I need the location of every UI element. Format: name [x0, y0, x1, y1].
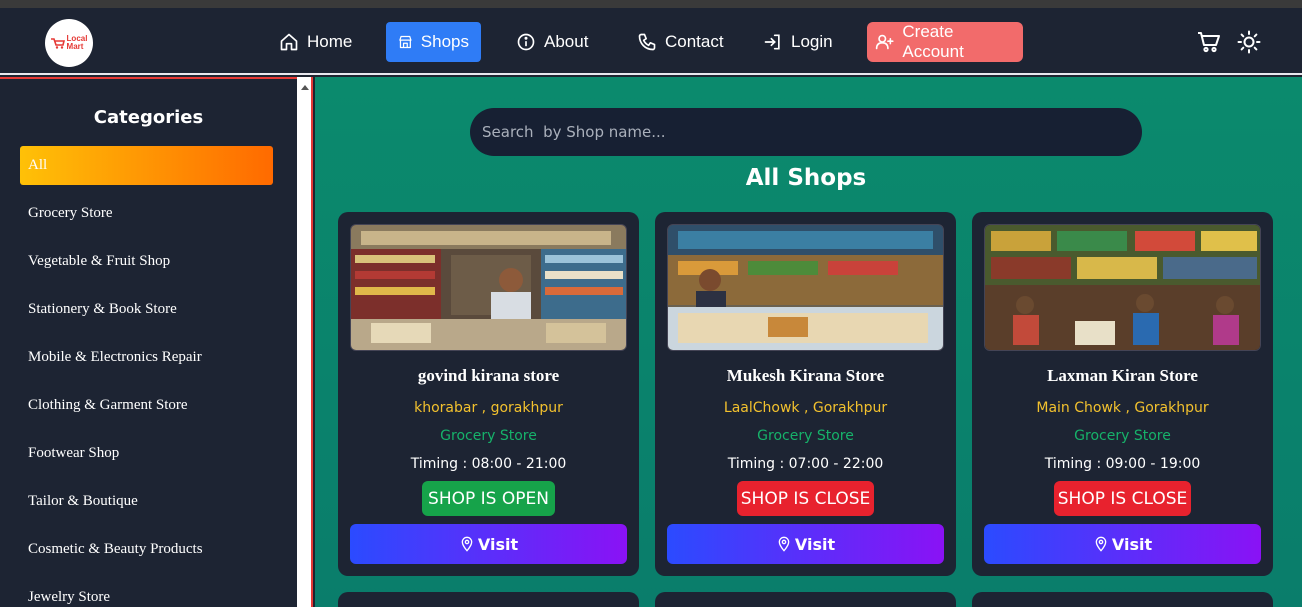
category-item-footwear[interactable]: Footwear Shop: [20, 434, 273, 473]
store-icon: [399, 35, 412, 49]
shop-timing: Timing : 08:00 - 21:00: [410, 456, 567, 472]
shop-photo: [350, 224, 627, 351]
create-account-label: Create Account: [902, 22, 964, 61]
logo-cart-icon: [50, 37, 65, 49]
home-icon: [280, 33, 298, 51]
navbar: Local Mart Home Shops About Contact Logi…: [0, 8, 1302, 75]
category-item-grocery[interactable]: Grocery Store: [20, 194, 273, 233]
brand-logo[interactable]: Local Mart: [45, 19, 93, 67]
shop-search-input[interactable]: [470, 108, 1142, 156]
logo-text: Local Mart: [67, 35, 88, 51]
nav-home[interactable]: Home: [279, 22, 352, 62]
nav-contact[interactable]: Contact: [637, 22, 724, 62]
location-pin-icon: [778, 536, 790, 552]
visit-label: Visit: [794, 534, 836, 554]
shop-name: Mukesh Kirana Store: [726, 366, 885, 385]
category-item-stationery[interactable]: Stationery & Book Store: [20, 290, 273, 329]
nav-about-label: About: [544, 32, 589, 51]
shop-status-badge: SHOP IS CLOSE: [1054, 481, 1191, 516]
visit-shop-button[interactable]: Visit: [667, 524, 944, 564]
shop-name: govind kirana store: [417, 366, 560, 385]
sidebar-title: Categories: [93, 107, 204, 128]
shop-card: govind kirana store khorabar , gorakhpur…: [338, 212, 639, 576]
category-item-clothing[interactable]: Clothing & Garment Store: [20, 386, 273, 425]
category-item-jewelry[interactable]: Jewelry Store: [20, 578, 273, 607]
category-item-vegetable-fruit[interactable]: Vegetable & Fruit Shop: [20, 242, 273, 281]
shops-main-area: All Shops go: [315, 77, 1302, 607]
visit-label: Visit: [1111, 534, 1153, 554]
shop-location: khorabar , gorakhpur: [414, 400, 563, 416]
shop-location: Main Chowk , Gorakhpur: [1036, 400, 1209, 416]
category-item-mobile-electronics[interactable]: Mobile & Electronics Repair: [20, 338, 273, 377]
shop-timing: Timing : 07:00 - 22:00: [727, 456, 884, 472]
shop-card-partial: [655, 592, 956, 607]
browser-top-strip: [0, 0, 1302, 8]
nav-contact-label: Contact: [665, 32, 724, 51]
logo-line-2: Mart: [66, 42, 84, 51]
shop-card: Laxman Kiran Store Main Chowk , Gorakhpu…: [972, 212, 1273, 576]
category-item-all[interactable]: All: [20, 146, 273, 185]
nav-home-label: Home: [307, 32, 353, 51]
info-icon: [517, 33, 535, 51]
shop-photo: [984, 224, 1261, 351]
create-account-button[interactable]: Create Account: [867, 22, 1023, 62]
sidebar-scrollbar[interactable]: [297, 77, 313, 607]
category-item-cosmetic[interactable]: Cosmetic & Beauty Products: [20, 530, 273, 569]
nav-shops-label: Shops: [420, 32, 469, 51]
visit-shop-button[interactable]: Visit: [984, 524, 1261, 564]
shop-status-badge: SHOP IS CLOSE: [737, 481, 874, 516]
user-plus-icon: [875, 34, 894, 50]
scroll-up-arrow-icon[interactable]: [301, 85, 309, 90]
page-title: All Shops: [745, 165, 867, 191]
cart-icon[interactable]: [1197, 30, 1221, 54]
shop-photo: [667, 224, 944, 351]
visit-shop-button[interactable]: Visit: [350, 524, 627, 564]
sun-icon[interactable]: [1237, 30, 1261, 54]
phone-icon: [638, 33, 656, 51]
shop-card: Mukesh Kirana Store LaalChowk , Gorakhpu…: [655, 212, 956, 576]
visit-label: Visit: [477, 534, 519, 554]
shop-name: Laxman Kiran Store: [1047, 366, 1198, 385]
nav-login-label: Login: [791, 32, 833, 51]
shop-category: Grocery Store: [1074, 428, 1171, 444]
nav-login[interactable]: Login: [763, 22, 833, 62]
shop-card-partial: [338, 592, 639, 607]
nav-about[interactable]: About: [516, 22, 588, 62]
nav-shops[interactable]: Shops: [386, 22, 481, 62]
shop-location: LaalChowk , Gorakhpur: [723, 400, 888, 416]
location-pin-icon: [461, 536, 473, 552]
shop-status-badge: SHOP IS OPEN: [422, 481, 555, 516]
login-icon: [764, 34, 780, 50]
shop-timing: Timing : 09:00 - 19:00: [1044, 456, 1201, 472]
shop-category: Grocery Store: [757, 428, 854, 444]
category-item-tailor[interactable]: Tailor & Boutique: [20, 482, 273, 521]
shop-card-partial: [972, 592, 1273, 607]
location-pin-icon: [1095, 536, 1107, 552]
shop-category: Grocery Store: [440, 428, 537, 444]
category-sidebar: Categories All Grocery Store Vegetable &…: [0, 77, 297, 607]
